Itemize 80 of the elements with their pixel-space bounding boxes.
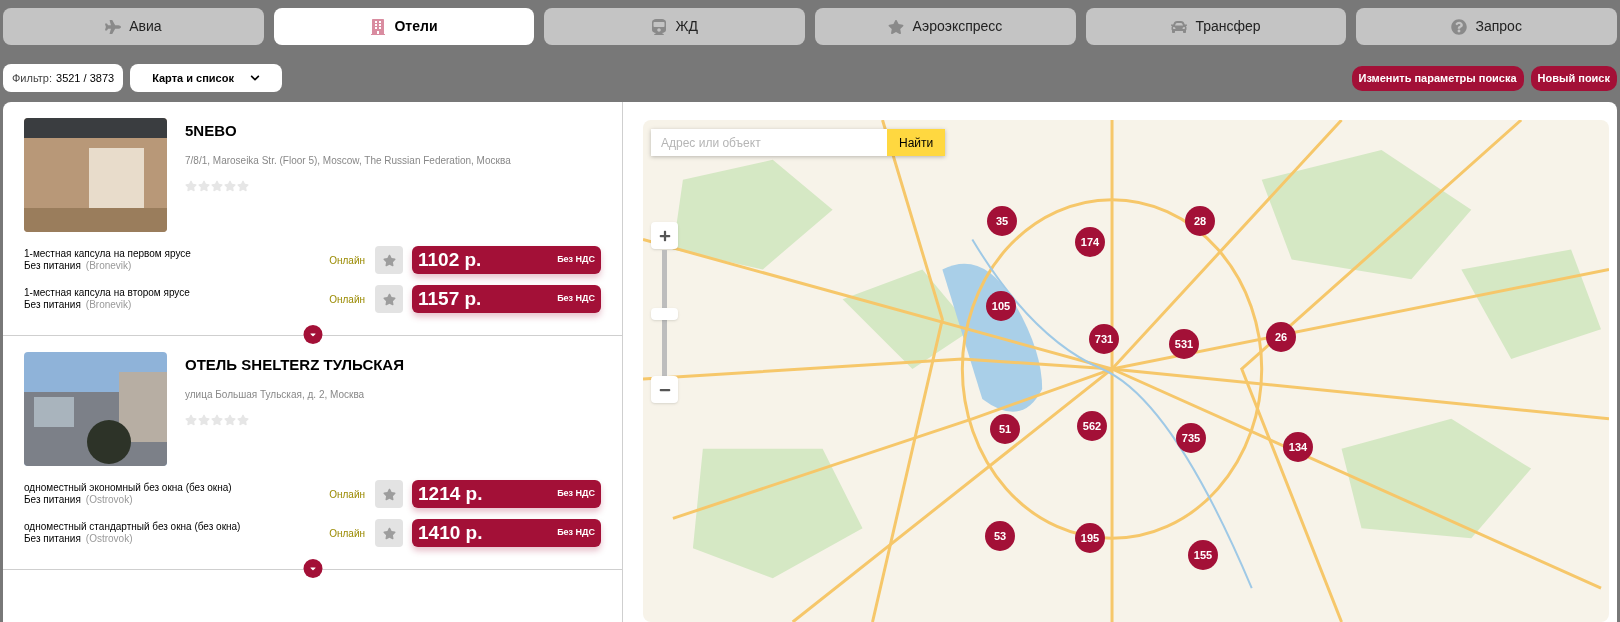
caret-icon [308, 330, 317, 339]
room-title: 1-местная капсула на втором ярусе [24, 287, 191, 299]
vat-label: Без НДС [557, 292, 595, 306]
filter-label: Фильтр: [12, 70, 52, 86]
price-button[interactable]: 1102 р. Без НДС [412, 246, 601, 274]
nav-tab[interactable]: Отели [273, 8, 535, 45]
price: 1214 р. [418, 481, 483, 506]
star-icon [224, 413, 236, 426]
star-icon [198, 413, 210, 426]
star-icon [185, 179, 197, 192]
action-button[interactable]: Изменить параметры поиска [1351, 65, 1524, 91]
expand-button[interactable] [303, 559, 322, 578]
room-title: одноместный стандартный без окна (без окна) [24, 521, 242, 533]
address-input[interactable]: Адрес или объект [651, 129, 887, 156]
favorite-button[interactable] [375, 480, 403, 508]
train-icon [651, 18, 668, 35]
nav-tab[interactable]: Аэроэкспресс [815, 8, 1076, 45]
hotel-address: 7/8/1, Maroseika Str. (Floor 5), Moscow, The Russian Federation, Москва [185, 153, 511, 168]
star-icon [382, 526, 396, 540]
question-icon [1451, 18, 1468, 35]
star-icon [211, 413, 223, 426]
room-title: одноместный экономный без окна (без окна) [24, 482, 233, 494]
meal-plan: Без питания [24, 260, 81, 272]
star-icon [224, 179, 236, 192]
provider-name: (Bronevik) [85, 299, 132, 311]
find-button[interactable]: Найти [887, 129, 946, 156]
booking-status: Онлайн [329, 292, 365, 307]
hotel-name[interactable]: 5NEBO [185, 120, 511, 143]
caret-icon [308, 564, 317, 573]
price-button[interactable]: 1410 р. Без НДС [412, 519, 601, 547]
vat-label: Без НДС [557, 253, 595, 267]
star-icon [382, 292, 396, 306]
nav-tab[interactable]: Авиа [3, 8, 264, 45]
price: 1102 р. [418, 247, 482, 272]
filter-count: 3521 / 3873 [56, 70, 115, 86]
price-button[interactable]: 1157 р. Без НДС [412, 285, 601, 313]
price: 1410 р. [418, 520, 483, 545]
zoom-out-button[interactable] [651, 376, 678, 403]
action-button[interactable]: Новый поиск [1530, 65, 1617, 91]
vat-label: Без НДС [557, 526, 595, 540]
price-button[interactable]: 1214 р. Без НДС [412, 480, 601, 508]
star-icon [237, 179, 249, 192]
room-title: 1-местная капсула на первом ярусе [24, 248, 192, 260]
meal-plan: Без питания [24, 494, 81, 506]
hotel-address: улица Большая Тульская, д. 2, Москва [185, 387, 366, 402]
star-icon [185, 413, 197, 426]
vat-label: Без НДС [557, 487, 595, 501]
zoom-in-button[interactable] [651, 222, 678, 249]
hotel-name[interactable]: ОТЕЛЬ SHELTERZ ТУЛЬСКАЯ [185, 354, 404, 377]
view-dropdown[interactable]: Карта и список [130, 64, 282, 92]
provider-name: (Bronevik) [85, 260, 132, 272]
expand-button[interactable] [303, 325, 322, 344]
provider-name: (Ostrovok) [85, 533, 133, 545]
favorite-button[interactable] [375, 285, 403, 313]
star-icon [382, 487, 396, 501]
map-search-field[interactable]: Адрес или объект Найти [651, 129, 946, 156]
plus-icon [658, 229, 671, 242]
booking-status: Онлайн [329, 487, 365, 502]
provider-name: (Ostrovok) [85, 494, 133, 506]
booking-status: Онлайн [329, 253, 365, 268]
car-icon [1171, 18, 1188, 35]
booking-status: Онлайн [329, 526, 365, 541]
nav-tab[interactable]: ЖД [544, 8, 805, 45]
star-icon [382, 253, 396, 267]
star-icon [237, 413, 249, 426]
meal-plan: Без питания [24, 533, 81, 545]
nav-tab[interactable]: Запрос [1356, 8, 1618, 45]
zoom-slider[interactable] [651, 250, 678, 376]
chevron-down-icon [249, 73, 260, 83]
nav-tab[interactable]: Трансфер [1085, 8, 1347, 45]
price: 1157 р. [418, 286, 482, 311]
plane-icon [105, 18, 122, 35]
star-icon [211, 179, 223, 192]
favorite-button[interactable] [375, 519, 403, 547]
hotel-icon [370, 18, 387, 35]
zoom-slider-handle[interactable] [651, 308, 678, 321]
star-icon [198, 179, 210, 192]
favorite-button[interactable] [375, 246, 403, 274]
star-icon [888, 18, 905, 35]
meal-plan: Без питания [24, 299, 81, 311]
